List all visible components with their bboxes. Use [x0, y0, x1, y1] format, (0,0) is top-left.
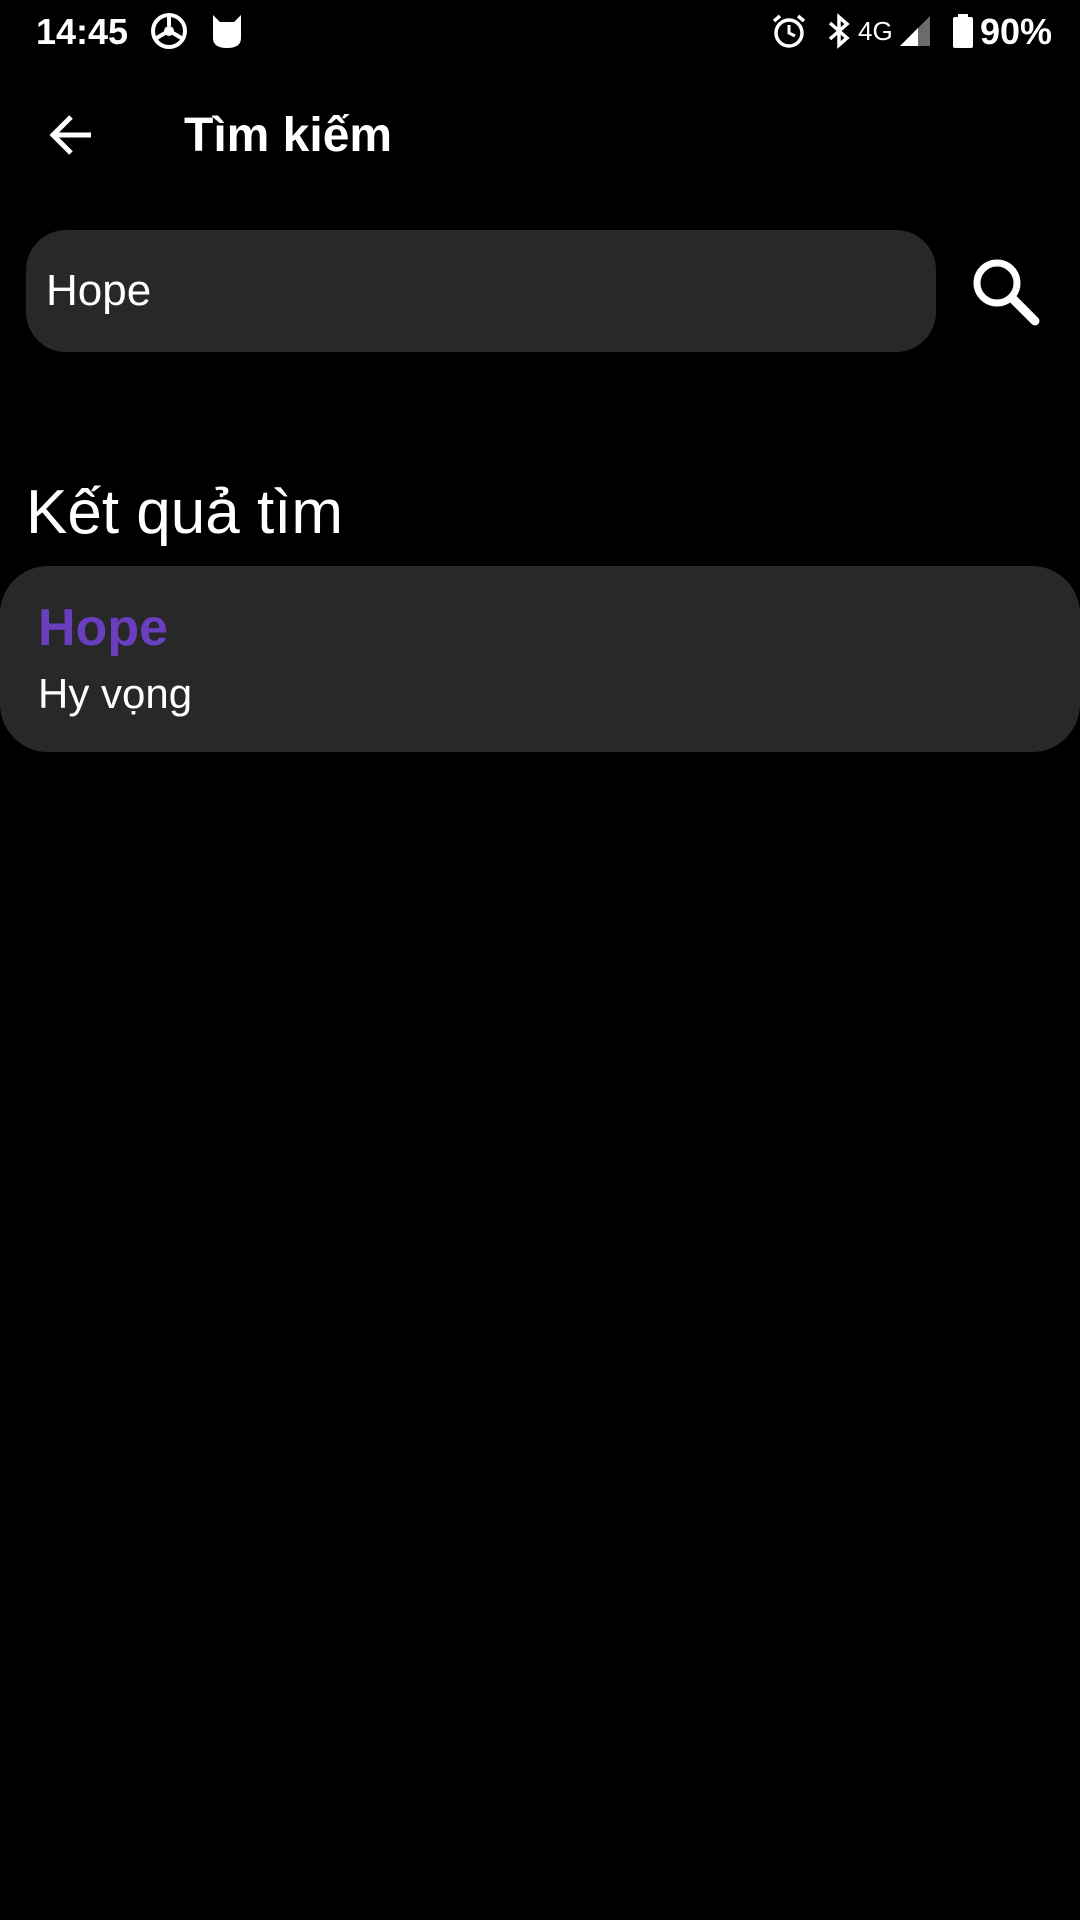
signal-icon	[896, 12, 934, 50]
search-button[interactable]	[960, 248, 1050, 338]
alarm-icon	[770, 12, 808, 50]
result-word: Hope	[38, 599, 168, 657]
bluetooth-icon	[820, 12, 858, 50]
result-item[interactable]: Hope Hy vọng	[0, 566, 1080, 752]
search-field[interactable]	[26, 230, 936, 352]
page-title: Tìm kiếm	[184, 109, 393, 162]
result-meaning: Hy vọng	[38, 670, 193, 717]
back-button[interactable]	[36, 102, 106, 172]
search-icon	[969, 255, 1041, 332]
network-type: 4G	[858, 16, 893, 46]
search-screen: 14:45 4G 90% Tìm kiếm Hope Kết quả tìm H…	[0, 0, 1080, 1920]
status-time: 14:45	[36, 11, 129, 52]
search-input[interactable]	[46, 266, 916, 316]
arrow-left-icon	[47, 111, 95, 164]
status-bar: 14:45 4G 90%	[0, 0, 1080, 64]
steering-wheel-icon	[150, 12, 188, 50]
battery-icon	[944, 12, 982, 50]
app-mask-icon	[208, 12, 246, 50]
app-bar: Tìm kiếm	[0, 80, 1080, 190]
results-heading: Kết quả tìm	[26, 478, 344, 547]
battery-percent: 90%	[980, 11, 1053, 52]
